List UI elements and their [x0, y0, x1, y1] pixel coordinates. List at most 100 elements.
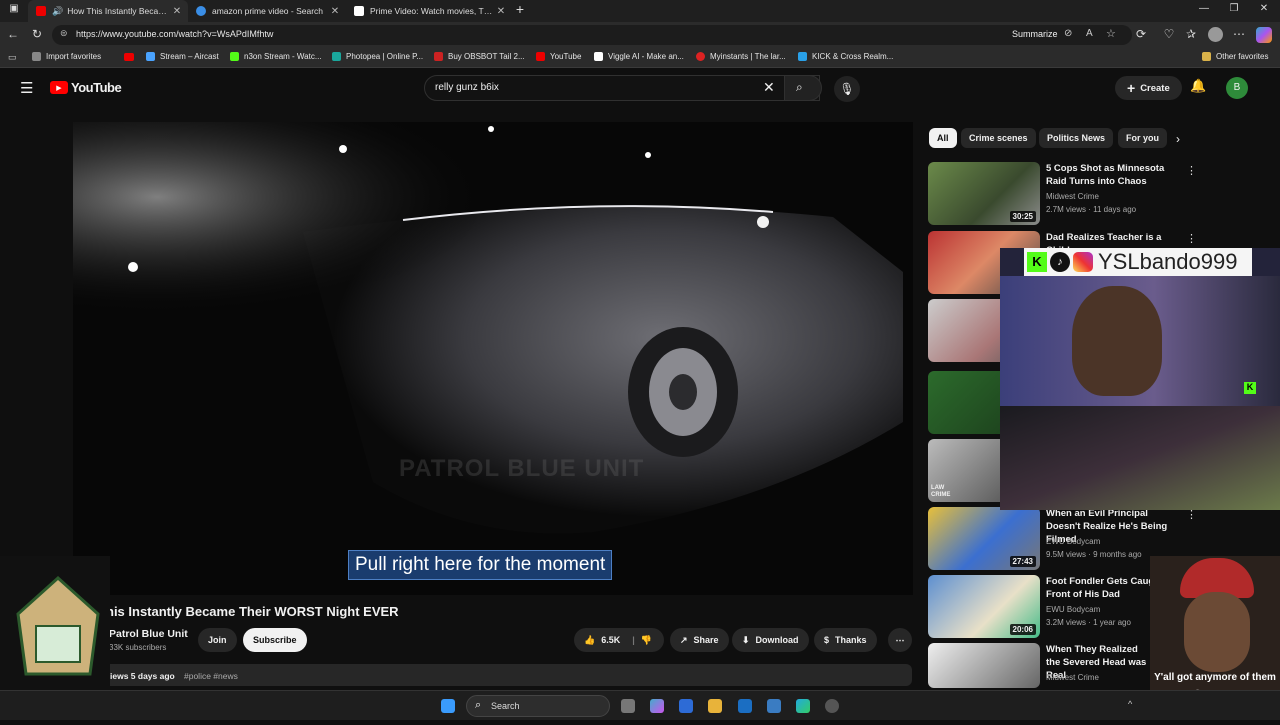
more-options-icon[interactable]: ⋯ — [1232, 27, 1246, 41]
tray-chevron-icon[interactable]: ^ — [1128, 699, 1132, 709]
url-bar[interactable]: ⊜ https://www.youtube.com/watch?v=WsAPdI… — [52, 25, 1132, 45]
profile-avatar[interactable] — [1208, 27, 1223, 42]
law-crime-label: LAW CRIME — [931, 485, 951, 498]
chip-politics-news[interactable]: Politics News — [1039, 128, 1114, 148]
refresh-icon[interactable]: ↻ — [30, 27, 44, 41]
streamer-name: YSLbando999 — [1098, 249, 1238, 274]
bookmark-myinstants[interactable]: Myinstants | The lar... — [696, 52, 786, 61]
favorite-star-icon[interactable]: ☆ — [1106, 27, 1116, 40]
extensions-icon[interactable]: ⟳ — [1134, 27, 1148, 41]
close-tab-icon[interactable]: ✕ — [328, 6, 342, 17]
tab-bing-search[interactable]: amazon prime video - Search ✕ — [188, 0, 346, 22]
bookmark-youtube[interactable]: YouTube — [536, 52, 581, 61]
description-box[interactable]: iews 5 days ago #police #news — [100, 664, 912, 686]
start-button-icon[interactable] — [441, 699, 455, 713]
download-button[interactable]: ⬇ Download — [732, 628, 809, 652]
youtube-bookmark-icon[interactable] — [124, 53, 134, 61]
chip-for-you[interactable]: For you — [1118, 128, 1167, 148]
tab-actions-icon[interactable]: ▣ — [4, 3, 24, 14]
recommendation-thumbnail[interactable]: 30:25 — [928, 162, 1040, 225]
bookmark-obsbot[interactable]: Buy OBSBOT Tail 2... — [434, 52, 525, 61]
recommendation-channel[interactable]: EWU Bodycam — [1046, 537, 1100, 546]
bookmarks-bar: ▭ Import favorites Stream – Aircast n3on… — [0, 48, 1280, 68]
thanks-button[interactable]: $ Thanks — [814, 628, 877, 652]
recommendation-thumbnail[interactable]: 20:06 — [928, 575, 1040, 638]
more-actions-button[interactable]: ⋯ — [888, 628, 912, 652]
recommendation-meta: 3.2M views · 1 year ago — [1046, 618, 1131, 627]
youtube-favicon-icon — [36, 6, 46, 16]
more-vertical-icon[interactable]: ⋮ — [1186, 164, 1197, 177]
read-aloud-icon[interactable]: A — [1086, 28, 1093, 39]
maximize-icon[interactable]: ❐ — [1224, 3, 1244, 14]
join-button[interactable]: Join — [198, 628, 237, 652]
file-explorer-icon[interactable] — [708, 699, 722, 713]
copilot-icon[interactable] — [1256, 27, 1272, 43]
settings-gear-icon[interactable] — [825, 699, 839, 713]
create-button[interactable]: + Create — [1115, 76, 1182, 100]
close-tab-icon[interactable]: ✕ — [494, 6, 508, 17]
tab-title: How This Instantly Became T — [67, 6, 170, 16]
bookmark-viggle[interactable]: Viggle AI - Make an... — [594, 52, 684, 61]
search-input[interactable]: relly gunz b6ix ✕ — [424, 75, 820, 101]
minimize-icon[interactable]: — — [1194, 3, 1214, 14]
share-button[interactable]: ↗ Share — [670, 628, 729, 652]
recommendation-title[interactable]: 5 Cops Shot as Minnesota Raid Turns into… — [1046, 162, 1176, 188]
copilot-summary-icon[interactable]: ⊘ — [1064, 28, 1072, 39]
thumbs-down-icon[interactable]: 👎 — [641, 635, 652, 646]
prime-favicon-icon — [354, 6, 364, 16]
back-icon[interactable]: ← — [6, 27, 20, 41]
tab-title: amazon prime video - Search — [212, 6, 324, 16]
favorites-icon[interactable]: ✰ — [1184, 27, 1198, 41]
recommendation-thumbnail[interactable]: 27:43 — [928, 507, 1040, 570]
search-button[interactable]: ⌕ — [784, 75, 822, 101]
video-watermark: PATROL BLUE UNIT — [399, 455, 645, 482]
bookmark-photopea[interactable]: Photopea | Online P... — [332, 52, 423, 61]
recommendation-thumbnail[interactable] — [928, 643, 1040, 688]
more-vertical-icon[interactable]: ⋮ — [1186, 232, 1197, 245]
edge-icon[interactable] — [796, 699, 810, 713]
close-window-icon[interactable]: ✕ — [1254, 3, 1274, 14]
search-favicon-icon — [196, 6, 206, 16]
streamer-person — [1072, 286, 1162, 396]
url-text[interactable]: https://www.youtube.com/watch?v=WsAPdIMf… — [76, 29, 273, 39]
notifications-bell-icon[interactable]: 🔔 — [1190, 78, 1206, 94]
taskbar-search[interactable]: ⌕ Search — [466, 695, 610, 717]
tiktok-logo-icon: ♪ — [1050, 252, 1070, 272]
account-avatar[interactable]: B — [1226, 77, 1248, 99]
bookmark-import-favorites[interactable]: Import favorites — [32, 52, 101, 61]
site-info-icon[interactable]: ⊜ — [60, 28, 68, 39]
video-player[interactable]: PATROL BLUE UNIT — [73, 122, 913, 595]
tab-prime-video[interactable]: Prime Video: Watch movies, TV sh ✕ — [346, 0, 512, 22]
recommendation-channel[interactable]: Midwest Crime — [1046, 673, 1099, 682]
tab-youtube-video[interactable]: 🔊 How This Instantly Became T ✕ — [28, 0, 188, 22]
hamburger-menu-icon[interactable]: ☰ — [20, 79, 33, 97]
video-duration: 30:25 — [1009, 211, 1036, 222]
recommendation-channel[interactable]: Midwest Crime — [1046, 192, 1099, 201]
photos-icon[interactable] — [767, 699, 781, 713]
subscribe-button[interactable]: Subscribe — [243, 628, 307, 652]
store-icon[interactable] — [679, 699, 693, 713]
copilot-taskbar-icon[interactable] — [650, 699, 664, 713]
kick-logo-icon: K — [1027, 252, 1047, 272]
close-tab-icon[interactable]: ✕ — [170, 6, 184, 17]
recommendation-channel[interactable]: EWU Bodycam — [1046, 605, 1100, 614]
bookmark-kick[interactable]: KICK & Cross Realm... — [798, 52, 893, 61]
sidebar-toggle-icon[interactable]: ▭ — [8, 52, 17, 63]
channel-name[interactable]: Patrol Blue Unit — [109, 628, 188, 640]
clear-search-icon[interactable]: ✕ — [763, 79, 775, 96]
bookmark-aircast[interactable]: Stream – Aircast — [146, 52, 219, 61]
outlook-icon[interactable] — [738, 699, 752, 713]
youtube-logo[interactable]: ▶ YouTube — [50, 80, 122, 95]
browser-essentials-icon[interactable]: ♡ — [1162, 27, 1176, 41]
summarize-button[interactable]: Summarize — [1012, 29, 1058, 39]
new-tab-icon[interactable]: + — [510, 1, 530, 17]
voice-search-icon[interactable]: 🎙 — [834, 76, 860, 102]
chip-crime-scenes[interactable]: Crime scenes — [961, 128, 1036, 148]
other-favorites[interactable]: Other favorites — [1202, 52, 1268, 61]
bookmark-n3on[interactable]: n3on Stream - Watc... — [230, 52, 322, 61]
hashtags[interactable]: #police #news — [184, 671, 238, 681]
task-view-icon[interactable] — [621, 699, 635, 713]
chip-all[interactable]: All — [929, 128, 957, 148]
like-button[interactable]: 👍 6.5K | 👎 — [574, 628, 664, 652]
chevron-right-icon[interactable]: › — [1176, 132, 1180, 146]
